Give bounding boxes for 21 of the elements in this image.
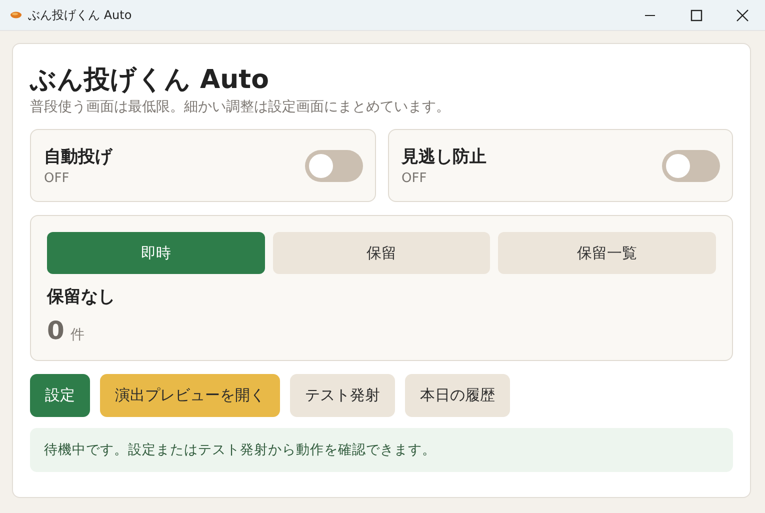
action-button[interactable]: 設定: [30, 374, 90, 417]
subtitle: 普段使う画面は最低限。細かい調整は設定画面にまとめています。: [30, 98, 451, 116]
action-button[interactable]: 本日の履歴: [405, 374, 510, 417]
action-button[interactable]: 演出プレビューを開く: [100, 374, 280, 417]
toggle-switch[interactable]: [304, 150, 362, 182]
toggle-state-text: OFF: [44, 171, 70, 186]
toggle-switch[interactable]: [662, 150, 720, 182]
action-button[interactable]: テスト発射: [290, 374, 395, 417]
app-title: ぶん投げくん Auto: [30, 64, 270, 97]
pending-title: 保留なし: [47, 286, 116, 308]
count-unit: 件: [70, 326, 84, 344]
mode-tab[interactable]: 保留: [272, 232, 490, 274]
window-title: ぶん投げくん Auto: [28, 6, 133, 24]
app-logo-icon: [10, 11, 22, 19]
mode-tab[interactable]: 即時: [47, 232, 265, 274]
pending-count: 0: [47, 316, 64, 345]
mode-tab[interactable]: 保留一覧: [498, 232, 716, 274]
toggle-label: 見逃し防止: [402, 146, 488, 168]
toggle-state-text: OFF: [402, 171, 428, 186]
toggle-label: 自動投げ: [44, 146, 114, 168]
status-message: 待機中です。設定またはテスト発射から動作を確認できます。: [30, 428, 733, 472]
